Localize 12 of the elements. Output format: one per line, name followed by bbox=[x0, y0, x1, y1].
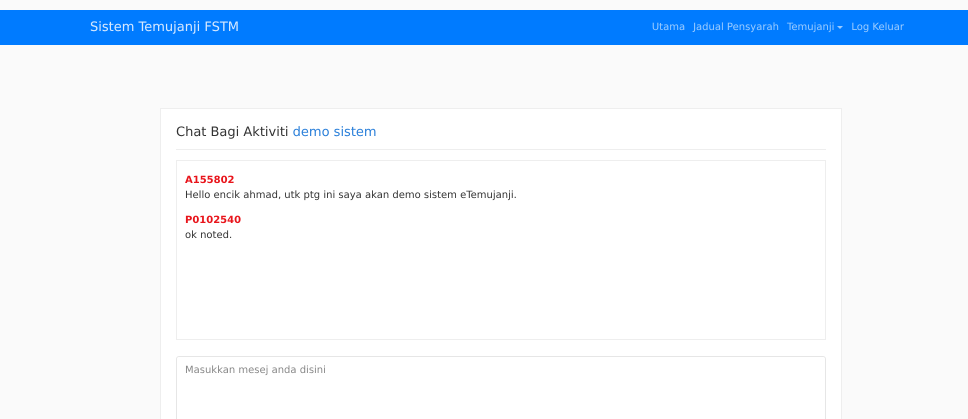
message-text: ok noted. bbox=[185, 228, 234, 242]
sender-id: A155802 bbox=[185, 174, 236, 188]
sender-id: P0102540 bbox=[185, 214, 242, 228]
nav-link[interactable]: Utama bbox=[648, 20, 690, 35]
nav-dropdown[interactable]: Temujanji bbox=[782, 20, 848, 35]
message-input[interactable]: Masukkan mesej anda disini bbox=[176, 356, 826, 419]
nav-link[interactable]: Jadual Pensyarah bbox=[689, 20, 783, 35]
caret-icon bbox=[837, 26, 844, 29]
nav-link[interactable]: Log Keluar bbox=[847, 20, 908, 35]
brand-title[interactable]: Sistem Temujanji FSTM bbox=[90, 18, 239, 38]
chat-title: Chat Bagi Aktiviti demo sistem bbox=[176, 125, 377, 140]
message-text: Hello encik ahmad, utk ptg ini saya akan demo sistem eTemujanji. bbox=[185, 188, 518, 202]
